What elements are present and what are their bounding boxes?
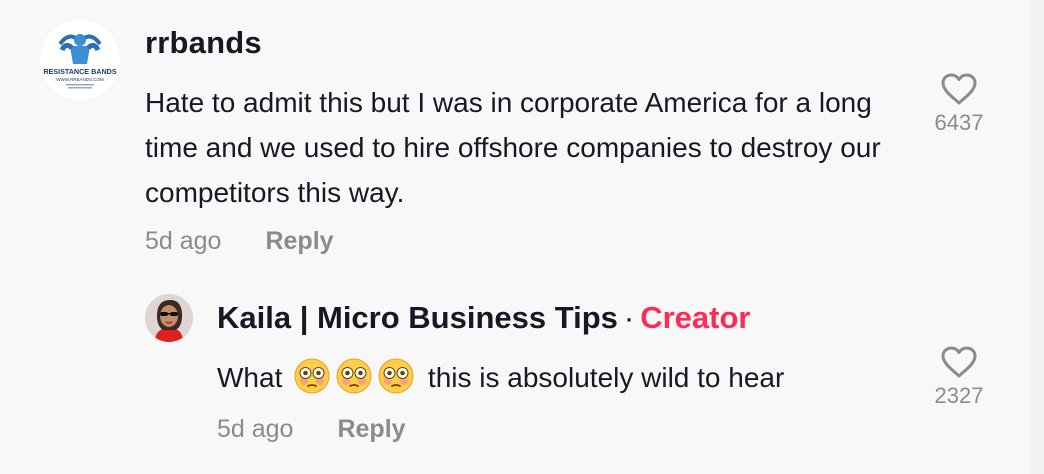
- flushed-face-emoji-icon: [294, 358, 330, 394]
- flushed-face-emoji-icon: [378, 358, 414, 394]
- comment-timestamp: 5d ago: [145, 227, 222, 255]
- reply-text: What this is absolutely wild to hear: [217, 355, 917, 400]
- creator-badge: Creator: [640, 300, 751, 335]
- like-count: 6437: [934, 110, 984, 135]
- reply-meta: 5d ago Reply: [217, 415, 406, 444]
- emoji-group: [294, 358, 422, 394]
- reply-avatar[interactable]: [145, 294, 193, 342]
- reply-username[interactable]: Kaila | Micro Business Tips: [217, 300, 618, 335]
- reply-timestamp: 5d ago: [217, 415, 294, 443]
- comment-username[interactable]: rrbands: [145, 25, 262, 61]
- separator-dot: ·: [623, 300, 635, 335]
- heart-icon[interactable]: [940, 72, 978, 106]
- reply-header: Kaila | Micro Business Tips · Creator: [217, 300, 751, 336]
- resistance-bands-logo: RESISTANCE BANDS WWW.RRBANDS.COM: [40, 20, 120, 100]
- profile-photo: [145, 294, 193, 342]
- reply-button[interactable]: Reply: [337, 415, 405, 443]
- avatar[interactable]: RESISTANCE BANDS WWW.RRBANDS.COM: [40, 20, 120, 100]
- reply-text-after: this is absolutely wild to hear: [427, 362, 785, 393]
- comment-text: Hate to admit this but I was in corporat…: [145, 87, 881, 208]
- like-count: 2327: [934, 383, 984, 408]
- svg-text:RESISTANCE BANDS: RESISTANCE BANDS: [43, 67, 117, 76]
- reply-button[interactable]: Reply: [265, 227, 333, 255]
- reply-like-button[interactable]: 2327: [919, 345, 999, 409]
- scrollbar-track[interactable]: [1030, 0, 1044, 474]
- reply-text-before: What: [217, 362, 283, 393]
- heart-icon[interactable]: [940, 345, 978, 379]
- svg-text:WWW.RRBANDS.COM: WWW.RRBANDS.COM: [56, 77, 104, 82]
- comment-meta: 5d ago Reply: [145, 227, 334, 256]
- flushed-face-emoji-icon: [336, 358, 372, 394]
- like-button[interactable]: 6437: [919, 72, 999, 136]
